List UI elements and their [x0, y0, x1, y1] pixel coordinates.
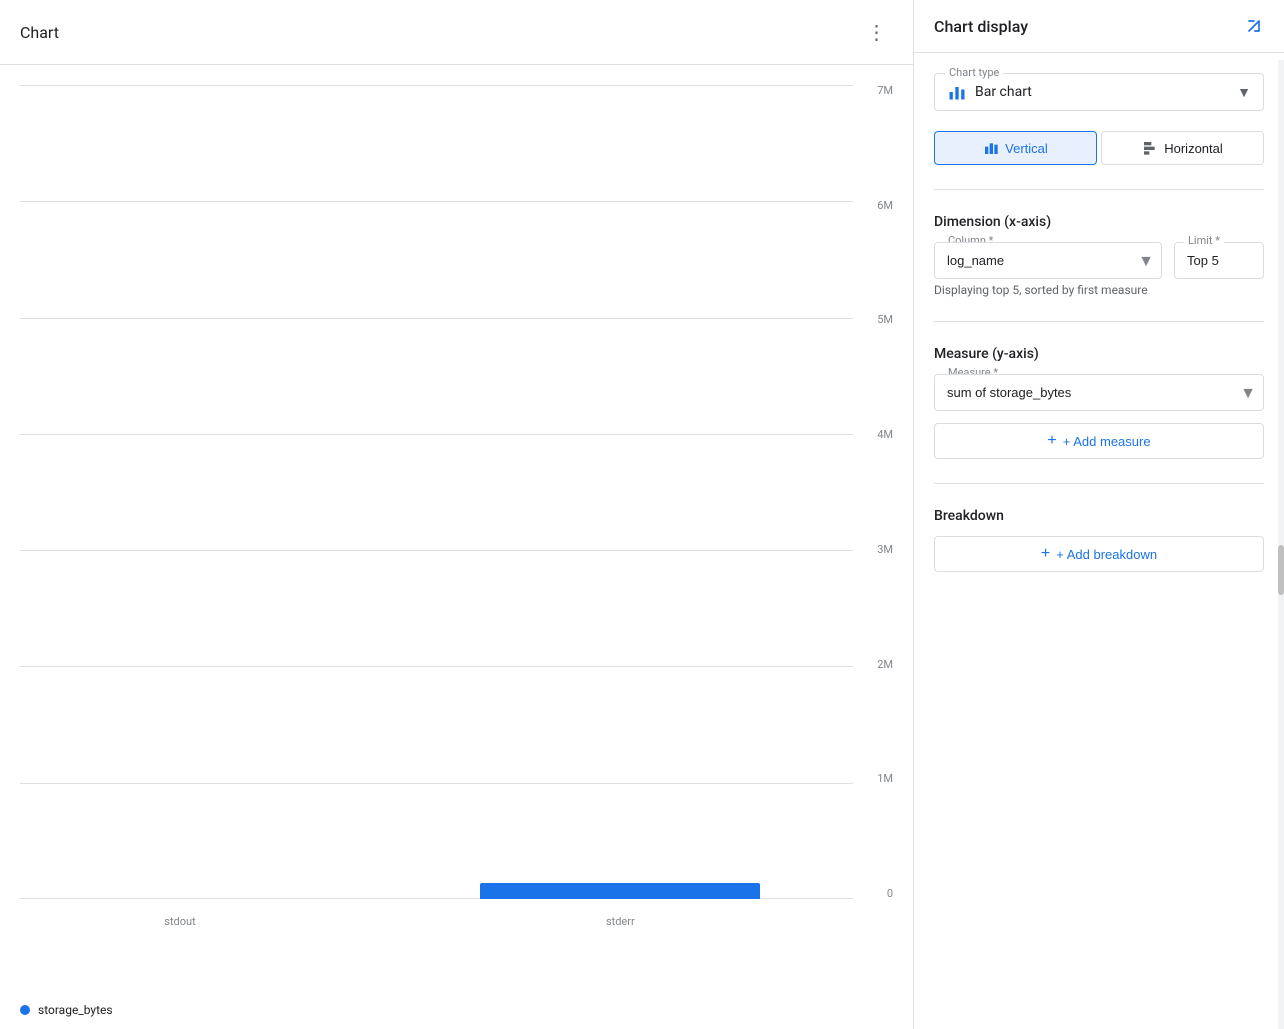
dimension-section: Dimension (x-axis) Column * log_name ▼ L… — [934, 214, 1264, 297]
measure-section: Measure (y-axis) Measure * sum of storag… — [934, 346, 1264, 459]
measure-select[interactable]: sum of storage_bytes — [934, 374, 1264, 411]
more-options-button[interactable]: ⋮ — [861, 16, 893, 48]
horizontal-label: Horizontal — [1164, 141, 1223, 156]
collapse-button[interactable] — [1244, 16, 1264, 36]
collapse-icon — [1244, 16, 1264, 36]
x-label-stdout: stdout — [164, 915, 195, 928]
dimension-info-text: Displaying top 5, sorted by first measur… — [934, 283, 1264, 297]
display-header: Chart display — [914, 0, 1284, 53]
x-axis-labels: stdout stderr — [20, 910, 853, 929]
add-breakdown-label: + Add breakdown — [1056, 547, 1157, 562]
y-label-3m: 3M — [877, 544, 893, 555]
measure-section-title: Measure (y-axis) — [934, 346, 1264, 362]
add-breakdown-button[interactable]: + + Add breakdown — [934, 536, 1264, 572]
column-select[interactable]: log_name — [934, 242, 1162, 279]
chart-plot: stdout stderr — [20, 85, 853, 899]
chart-type-text: Bar chart — [975, 84, 1032, 100]
chart-type-selector[interactable]: Chart type Bar chart ▼ — [934, 73, 1264, 111]
vertical-icon — [983, 140, 999, 156]
vertical-orientation-button[interactable]: Vertical — [934, 131, 1097, 165]
dimension-field-row: Column * log_name ▼ Limit * — [934, 242, 1264, 279]
dimension-divider — [934, 189, 1264, 190]
display-panel-title: Chart display — [934, 17, 1028, 36]
display-panel: Chart display Chart type — [914, 0, 1284, 1029]
chart-type-arrow: ▼ — [1237, 84, 1251, 101]
scrollbar-thumb — [1278, 545, 1284, 595]
chart-type-value: Bar chart ▼ — [947, 82, 1251, 102]
chart-type-section: Chart type Bar chart ▼ — [934, 73, 1264, 111]
add-measure-plus-icon: + — [1047, 432, 1056, 450]
breakdown-divider — [934, 483, 1264, 484]
limit-input[interactable] — [1174, 242, 1264, 279]
dimension-section-title: Dimension (x-axis) — [934, 214, 1264, 230]
y-label-5m: 5M — [877, 314, 893, 325]
display-content: Chart type Bar chart ▼ — [914, 53, 1284, 592]
y-label-0: 0 — [887, 888, 893, 899]
bar-group-stderr — [480, 883, 760, 899]
column-field-wrapper: Column * log_name ▼ — [934, 242, 1162, 279]
legend-dot-storage-bytes — [20, 1005, 30, 1015]
horizontal-orientation-button[interactable]: Horizontal — [1101, 131, 1264, 165]
bar-chart-type-icon — [947, 82, 967, 102]
y-label-2m: 2M — [877, 659, 893, 670]
limit-field-wrapper: Limit * — [1174, 242, 1264, 279]
y-axis-labels: 7M 6M 5M 4M 3M 2M 1M 0 — [858, 85, 893, 899]
horizontal-icon — [1142, 140, 1158, 156]
chart-inner: stdout stderr 7M 6M 5M 4M 3M 2M 1M 0 — [20, 85, 893, 939]
chart-header: Chart ⋮ — [0, 0, 913, 65]
y-label-4m: 4M — [877, 429, 893, 440]
breakdown-section-title: Breakdown — [934, 508, 1264, 524]
chart-type-field-label: Chart type — [945, 66, 1003, 79]
x-label-stderr: stderr — [606, 915, 635, 928]
bar-stderr — [480, 883, 760, 899]
chart-panel: Chart ⋮ — [0, 0, 914, 1029]
add-measure-button[interactable]: + + Add measure — [934, 423, 1264, 459]
legend-area: storage_bytes — [0, 999, 913, 1029]
add-breakdown-plus-icon: + — [1041, 545, 1050, 563]
orientation-buttons: Vertical Horizontal — [934, 131, 1264, 165]
vertical-label: Vertical — [1005, 141, 1048, 156]
measure-divider — [934, 321, 1264, 322]
scrollbar[interactable] — [1278, 60, 1284, 1029]
y-label-1m: 1M — [877, 773, 893, 784]
breakdown-section: Breakdown + + Add breakdown — [934, 508, 1264, 572]
measure-field-wrapper: Measure * sum of storage_bytes ▼ — [934, 374, 1264, 411]
legend-label-storage-bytes: storage_bytes — [38, 1003, 113, 1017]
chart-area: stdout stderr 7M 6M 5M 4M 3M 2M 1M 0 — [0, 65, 913, 999]
add-measure-label: + Add measure — [1063, 434, 1151, 449]
chart-title: Chart — [20, 23, 59, 42]
y-label-7m: 7M — [877, 85, 893, 96]
limit-field-label: Limit * — [1184, 234, 1224, 247]
y-label-6m: 6M — [877, 200, 893, 211]
